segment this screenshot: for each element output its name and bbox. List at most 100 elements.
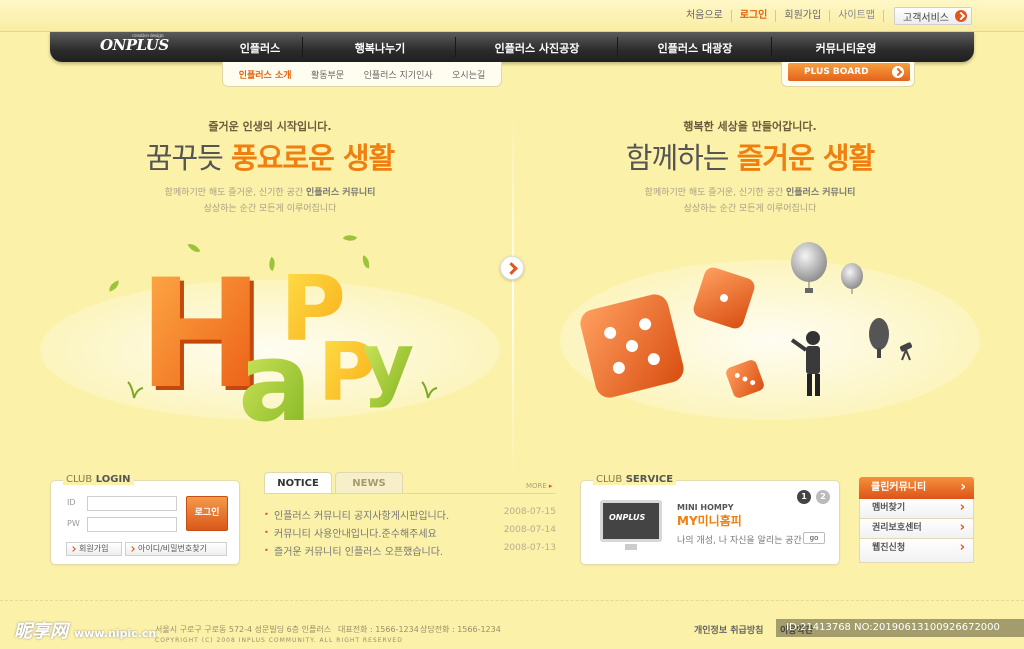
notice-date: 2008-07-13 <box>503 543 556 553</box>
privacy-link[interactable]: 개인정보 취급방침 <box>694 623 763 636</box>
hero-right-description: 함께하기만 해도 즐거운, 신기한 공간 인플러스 커뮤니티 상상하는 순간 모… <box>600 185 900 217</box>
bullet-icon: • <box>264 510 269 519</box>
service-title-a: CLUB <box>596 474 623 485</box>
login-title-a: CLUB <box>66 474 93 485</box>
login-panel-title: CLUB LOGIN <box>63 474 134 485</box>
hero-left-description: 함께하기만 해도 즐거운, 신기한 공간 인플러스 커뮤니티 상상하는 순간 모… <box>120 185 420 217</box>
arrow-right-icon <box>955 10 967 22</box>
watermark-url: www.nipic.cn <box>74 627 157 640</box>
hero-right-desc-2: 상상하는 순간 모든게 이루어집니다 <box>683 204 817 214</box>
footer-rep-phone: 대표전화 : 1566-1234 <box>338 625 419 634</box>
service-panel-title: CLUB SERVICE <box>593 474 677 485</box>
subnav-item-activity[interactable]: 활동부문 <box>311 68 344 81</box>
hero-left-headline: 꿈꾸듯 풍요로운 생활 <box>120 135 420 177</box>
notice-divider <box>264 493 556 494</box>
service-name[interactable]: MY미니홈피 <box>677 512 742 529</box>
logo-tagline: creative design <box>132 33 164 39</box>
service-kicker: MINI HOMPY <box>677 503 734 512</box>
clean-item-webzine[interactable]: 웹진신청 <box>859 538 974 563</box>
footer-counsel-phone: 상담전화 : 1566-1234 <box>420 625 501 634</box>
hero-left-desc-bold: 인플러스 커뮤니티 <box>306 188 376 198</box>
tab-news[interactable]: NEWS <box>335 472 403 494</box>
hero-right-headline-em: 즐거운 생활 <box>736 141 875 175</box>
happy-illustration: H H a P P y <box>127 248 438 430</box>
password-input[interactable] <box>87 517 177 532</box>
hero-left-headline-em: 풍요로운 생활 <box>231 141 395 175</box>
main-nav: ONPLUS creative design 인플러스 행복나누기 인플러스 사… <box>50 32 974 62</box>
hero-next-button[interactable] <box>500 256 524 280</box>
nav-divider <box>455 37 456 57</box>
id-input[interactable] <box>87 496 177 511</box>
nav-item-photo-factory[interactable]: 인플러스 사진공장 <box>457 40 617 56</box>
hero-left-desc-2: 상상하는 순간 모든게 이루어집니다 <box>203 204 337 214</box>
plus-board-label: PLUS BOARD <box>804 67 869 77</box>
sprout-icon <box>421 381 438 399</box>
big-die-icon <box>580 294 684 398</box>
more-link[interactable]: MORE <box>526 482 552 490</box>
page: 처음으로 로그인 회원가입 사이트맵 고객서비스 ONPLUS creative… <box>0 0 1024 649</box>
footer-copyright: COPYRIGHT (C) 2008 INPLUS COMMUNITY. ALL… <box>155 637 403 644</box>
telescope-icon <box>899 342 913 361</box>
sitemap-link[interactable]: 사이트맵 <box>830 10 884 22</box>
footer-address: 서울시 구로구 구로동 572-4 성문빌딩 6층 인플러스 <box>155 625 332 634</box>
home-link[interactable]: 처음으로 <box>678 10 732 22</box>
id-label: ID <box>67 498 76 507</box>
clean-item-member-search[interactable]: 멤버찾기 <box>859 498 974 519</box>
nav-item-happiness[interactable]: 행복나누기 <box>304 40 456 56</box>
logo[interactable]: ONPLUS creative design <box>100 33 169 54</box>
notice-title: 즐거운 커뮤니티 인플러스 오픈했습니다. <box>274 547 444 558</box>
subnav-item-intro[interactable]: 인플러스 소개 <box>239 68 292 81</box>
nav-item-inplus[interactable]: 인플러스 <box>218 40 302 56</box>
go-button[interactable]: go <box>803 532 825 544</box>
service-page-2[interactable]: 2 <box>816 490 830 504</box>
service-page-1[interactable]: 1 <box>797 490 811 504</box>
hero-divider <box>512 110 514 480</box>
nav-item-plaza[interactable]: 인플러스 대광장 <box>619 40 771 56</box>
bullet-icon: • <box>264 528 269 537</box>
balloon-icon <box>791 242 827 293</box>
subnav-item-greeting[interactable]: 인플러스 지기인사 <box>364 68 433 81</box>
notice-title: 인플러스 커뮤니티 공지사항게시판입니다. <box>274 511 450 522</box>
customer-service-button[interactable]: 고객서비스 <box>894 7 972 25</box>
login-link[interactable]: 로그인 <box>732 10 777 22</box>
hero-left-desc-1: 함께하기만 해도 즐거운, 신기한 공간 <box>164 188 306 198</box>
notice-row[interactable]: • 커뮤니티 사용안내입니다.준수해주세요 2008-07-14 <box>264 525 556 543</box>
watermark-text: 昵享网 <box>14 621 68 642</box>
notice-row[interactable]: • 즐거운 커뮤니티 인플러스 오픈했습니다. 2008-07-13 <box>264 543 556 561</box>
notice-title: 커뮤니티 사용안내입니다.준수해주세요 <box>274 529 437 540</box>
dice-illustration <box>580 242 913 398</box>
login-button[interactable]: 로그인 <box>186 496 228 531</box>
clean-community-header[interactable]: 클린커뮤니티 <box>859 476 974 499</box>
nav-divider <box>617 37 618 57</box>
notice-date: 2008-07-14 <box>503 525 556 535</box>
nav-divider <box>771 37 772 57</box>
monitor-icon <box>600 500 662 550</box>
image-id-bar: ID:21413768 NO:20190613100926672000 <box>776 619 1024 637</box>
service-description: 나의 개성, 나 자신을 알리는 공간! <box>677 536 806 546</box>
join-button[interactable]: 회원가입 <box>66 542 122 556</box>
nav-item-community[interactable]: 커뮤니티운영 <box>773 40 919 56</box>
subnav-item-directions[interactable]: 오시는길 <box>452 68 485 81</box>
utility-bar: 처음으로 로그인 회원가입 사이트맵 고객서비스 <box>0 0 1024 32</box>
hero-right-headline: 함께하는 즐거운 생활 <box>600 135 900 177</box>
find-account-button[interactable]: 아이디/비밀번호찾기 <box>125 542 227 556</box>
plus-board-tab: PLUS BOARD <box>781 62 915 87</box>
plus-board-button[interactable]: PLUS BOARD <box>788 63 910 81</box>
tab-notice[interactable]: NOTICE <box>264 472 332 494</box>
notice-date: 2008-07-15 <box>503 507 556 517</box>
medium-die-icon <box>693 267 755 329</box>
login-title-b: LOGIN <box>95 474 131 485</box>
clean-item-rights-center[interactable]: 권리보호센터 <box>859 518 974 539</box>
hero-right-desc-1: 함께하기만 해도 즐거운, 신기한 공간 <box>644 188 786 198</box>
service-title-b: SERVICE <box>625 474 674 485</box>
arrow-right-icon <box>892 66 904 78</box>
hero-left-headline-plain: 꿈꾸듯 <box>145 141 232 175</box>
notice-row[interactable]: • 인플러스 커뮤니티 공지사항게시판입니다. 2008-07-15 <box>264 507 556 525</box>
balloon-icon <box>841 263 863 294</box>
bullet-icon: • <box>264 546 269 555</box>
hero-left-kicker: 즐거운 인생의 시작입니다. <box>208 120 332 133</box>
happy-letter-y: y <box>362 316 414 409</box>
customer-service-label: 고객서비스 <box>903 12 949 24</box>
join-link[interactable]: 회원가입 <box>776 10 831 22</box>
tree-icon <box>869 318 889 358</box>
